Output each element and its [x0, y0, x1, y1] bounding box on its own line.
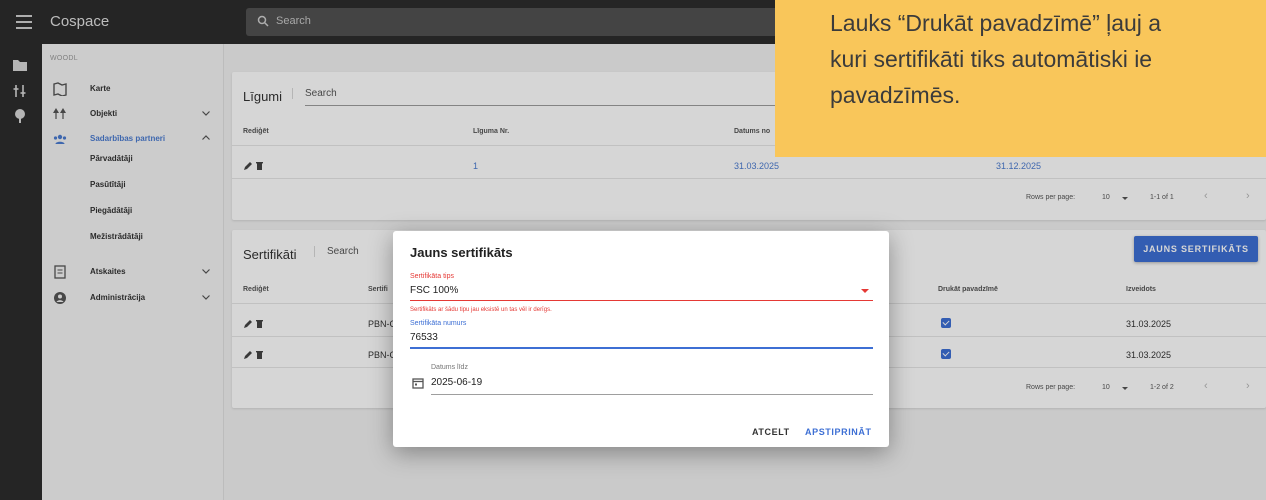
callout-line: Lauks “Drukāt pavadzīmē” ļauj a	[830, 10, 1162, 36]
date-until-label: Datums līdz	[431, 364, 468, 371]
certificate-number-label: Sertifikāta numurs	[410, 320, 467, 327]
annotation-callout: Lauks “Drukāt pavadzīmē” ļauj a kuri ser…	[775, 0, 1266, 157]
certificate-type-underline	[410, 300, 873, 301]
cancel-button[interactable]: ATCELT	[752, 427, 790, 437]
certificate-type-error: Sertifikāts ar šādu tipu jau eksistē un …	[410, 307, 552, 313]
date-until-field[interactable]: 2025-06-19	[431, 377, 482, 388]
callout-line: kuri sertifikāti tiks automātiski ie	[830, 46, 1153, 72]
certificate-number-field[interactable]: 76533	[410, 332, 438, 343]
calendar-icon[interactable]	[412, 377, 424, 389]
caret-down-icon[interactable]	[861, 289, 869, 293]
callout-line: pavadzīmēs.	[830, 82, 961, 108]
certificate-type-label: Sertifikāta tips	[410, 273, 454, 280]
dialog-title: Jauns sertifikāts	[410, 245, 513, 260]
certificate-number-underline	[410, 347, 873, 349]
certificate-type-select[interactable]: FSC 100%	[410, 285, 458, 296]
new-certificate-dialog: Jauns sertifikāts Sertifikāta tips FSC 1…	[393, 231, 889, 447]
date-until-underline	[431, 394, 873, 395]
confirm-button[interactable]: APSTIPRINĀT	[805, 427, 872, 437]
callout-text: Lauks “Drukāt pavadzīmē” ļauj a kuri ser…	[830, 5, 1266, 113]
